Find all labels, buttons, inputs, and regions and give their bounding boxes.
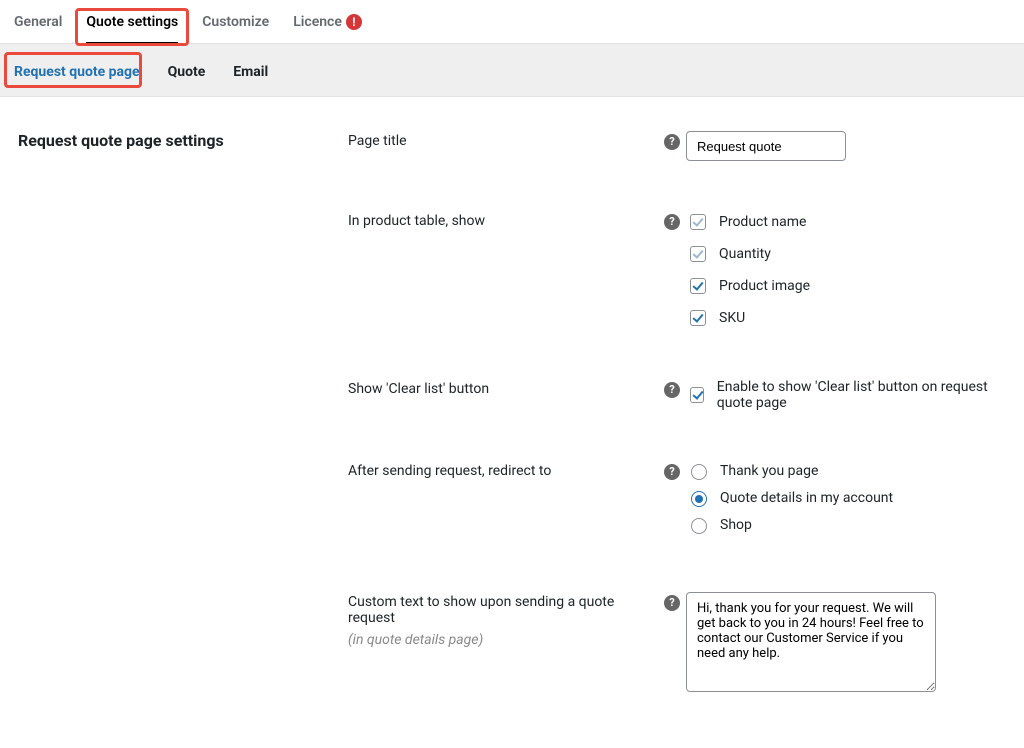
subtab-quote[interactable]: Quote	[168, 62, 206, 82]
subtab-email[interactable]: Email	[233, 62, 268, 82]
input-page-title[interactable]	[686, 131, 846, 161]
tab-licence[interactable]: Licence !	[293, 0, 362, 44]
field-clear-list: Show 'Clear list' button ? Enable to sho…	[348, 379, 1006, 411]
field-page-title: Page title ?	[348, 131, 1006, 161]
label-redirect: After sending request, redirect to	[348, 461, 664, 479]
label-clear-list: Show 'Clear list' button	[348, 379, 664, 397]
radio-quote-details[interactable]	[691, 491, 707, 507]
checkbox-product-image[interactable]	[690, 278, 706, 294]
help-icon[interactable]: ?	[664, 214, 680, 230]
subtab-request-quote-page[interactable]: Request quote page	[14, 62, 140, 82]
sub-tabs: Request quote page Quote Email	[0, 44, 1024, 97]
label-in-table-show: In product table, show	[348, 211, 664, 229]
help-icon[interactable]: ?	[664, 464, 680, 480]
field-in-table-show: In product table, show ? Product name Qu…	[348, 211, 1006, 329]
checkbox-label-clear-list: Enable to show 'Clear list' button on re…	[717, 379, 1006, 411]
warning-icon: !	[346, 14, 362, 30]
tab-licence-label: Licence	[293, 0, 342, 44]
radio-label-quote-details: Quote details in my account	[720, 490, 893, 506]
help-icon[interactable]: ?	[664, 382, 680, 398]
label-page-title: Page title	[348, 131, 664, 149]
radio-label-thank-you: Thank you page	[720, 463, 818, 479]
radio-shop[interactable]	[691, 518, 707, 534]
help-icon[interactable]: ?	[664, 134, 680, 150]
sublabel-custom-text: (in quote details page)	[348, 632, 664, 648]
textarea-custom-text[interactable]	[686, 592, 936, 692]
checkbox-label-quantity: Quantity	[719, 246, 771, 262]
checkbox-label-sku: SKU	[719, 310, 745, 326]
checkbox-sku[interactable]	[690, 310, 706, 326]
checkbox-product-name[interactable]	[690, 214, 706, 230]
checkbox-label-product-name: Product name	[719, 214, 806, 230]
tab-quote-settings[interactable]: Quote settings	[86, 0, 178, 44]
tab-customize[interactable]: Customize	[202, 0, 269, 44]
field-custom-text: Custom text to show upon sending a quote…	[348, 592, 1006, 696]
section-title: Request quote page settings	[18, 131, 348, 708]
label-custom-text: Custom text to show upon sending a quote…	[348, 594, 664, 626]
checkbox-clear-list[interactable]	[690, 387, 704, 403]
field-redirect: After sending request, redirect to ? Tha…	[348, 461, 1006, 542]
tab-general[interactable]: General	[14, 0, 62, 44]
primary-tabs: General Quote settings Customize Licence…	[0, 0, 1024, 44]
radio-thank-you[interactable]	[691, 464, 707, 480]
checkbox-quantity[interactable]	[690, 246, 706, 262]
radio-label-shop: Shop	[720, 517, 752, 533]
help-icon[interactable]: ?	[664, 595, 680, 611]
checkbox-label-product-image: Product image	[719, 278, 810, 294]
